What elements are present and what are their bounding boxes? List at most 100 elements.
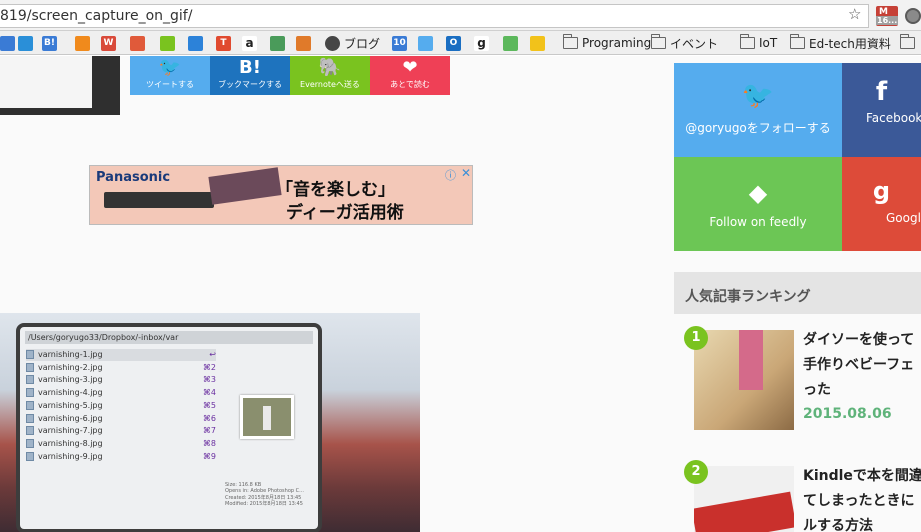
bookmark-item[interactable] xyxy=(75,35,90,51)
ranking-thumbnail[interactable] xyxy=(694,466,794,532)
image-preview xyxy=(240,395,294,439)
bookmark-a[interactable]: a xyxy=(242,35,257,51)
file-name: varnishing-3.jpg xyxy=(38,375,103,385)
bookmark-ed-tech-[interactable]: Ed-tech用資料 xyxy=(790,34,891,51)
bookmark-o[interactable]: O xyxy=(446,35,461,51)
ranking-title: 人気記事ランキング xyxy=(674,272,921,314)
evernote-icon: 🐘 xyxy=(318,57,342,78)
bookmark-g[interactable]: g xyxy=(474,35,489,51)
extension-icon[interactable] xyxy=(905,8,921,24)
twitter-follow-tile[interactable]: 🐦 @goryugoをフォローする xyxy=(674,63,842,157)
share-button-pocket[interactable]: ❤ あとで読む xyxy=(370,56,450,95)
file-row[interactable]: varnishing-9.jpg ⌘9 xyxy=(26,451,216,463)
close-ad-icon[interactable]: ✕ xyxy=(461,166,471,180)
bookmark-item[interactable] xyxy=(188,35,203,51)
bookmark-item[interactable] xyxy=(503,35,518,51)
pocket-icon: ❤ xyxy=(402,57,418,78)
file-row[interactable]: varnishing-4.jpg ⌘4 xyxy=(26,387,216,399)
bookmark-w[interactable]: W xyxy=(101,35,116,51)
blue-drop-icon xyxy=(18,35,33,51)
bookmark-label: Programing xyxy=(582,36,652,50)
bookmark-item[interactable] xyxy=(296,35,311,51)
bookmark-item[interactable] xyxy=(0,35,15,51)
bookmark-b-[interactable]: B! xyxy=(42,35,57,51)
file-row[interactable]: varnishing-8.jpg ⌘8 xyxy=(26,438,216,450)
file-row[interactable]: varnishing-3.jpg ⌘3 xyxy=(26,374,216,386)
bookmark-item[interactable] xyxy=(18,35,33,51)
share-label: ツイートする xyxy=(146,80,194,89)
bookmark-item[interactable] xyxy=(530,35,545,51)
share-button-evernote[interactable]: 🐘 Evernoteへ送る xyxy=(290,56,370,95)
feedly-label: Follow on feedly xyxy=(709,215,807,229)
feedly-icon: ◆ xyxy=(748,179,768,207)
folder-icon xyxy=(900,34,915,49)
image-file-icon xyxy=(26,400,34,410)
bookmark-item[interactable] xyxy=(130,35,145,51)
file-name: varnishing-7.jpg xyxy=(38,426,103,436)
advertisement-banner[interactable]: Panasonic 「音を楽しむ」 ディーガ活用術 ⓘ ✕ xyxy=(89,165,473,225)
file-name: varnishing-9.jpg xyxy=(38,451,103,461)
bookmark-programing[interactable]: Programing xyxy=(563,34,652,51)
bookmark-item[interactable] xyxy=(418,35,433,51)
facebook-tile[interactable]: f Facebook xyxy=(842,63,921,157)
google-tile[interactable]: g Googl xyxy=(842,157,921,251)
share-label: Evernoteへ送る xyxy=(300,80,360,89)
folder-icon xyxy=(740,34,755,49)
bookmark-label: ブログ xyxy=(344,36,381,51)
recorder-image xyxy=(104,192,214,208)
image-file-icon xyxy=(26,438,34,448)
firefox-icon xyxy=(296,35,311,51)
photos-image xyxy=(208,167,282,205)
bookmark--[interactable]: ブログ xyxy=(325,35,380,51)
image-file-icon xyxy=(26,350,34,359)
shortcut-key: ↩ xyxy=(209,350,216,359)
google-icon: g xyxy=(872,177,891,205)
amazon-icon: a xyxy=(242,35,257,51)
file-row[interactable]: varnishing-2.jpg ⌘2 xyxy=(26,362,216,374)
address-bar-area: 819/screen_capture_on_gif/ ☆ M 16... xyxy=(0,0,921,31)
image-file-icon xyxy=(26,362,34,372)
file-row[interactable]: varnishing-6.jpg ⌘6 xyxy=(26,413,216,425)
image-file-icon xyxy=(26,388,34,398)
wordpress-icon xyxy=(325,35,340,51)
calendar-icon: 10 xyxy=(392,35,407,51)
web-page: 🐦 ツイートする B! ブックマークする 🐘 Evernoteへ送る ❤ あとで読む Pana… xyxy=(0,56,921,532)
rank-badge: 1 xyxy=(684,326,708,350)
green-rectangle-icon xyxy=(160,35,175,51)
bookmark-item[interactable] xyxy=(900,34,919,51)
facebook-icon: f xyxy=(875,77,888,107)
adchoices-icon[interactable]: ⓘ xyxy=(445,167,456,183)
ranking-article-title[interactable]: ダイソーを使って 手作りベビーフェ った xyxy=(803,328,914,403)
share-button-twitter[interactable]: 🐦 ツイートする xyxy=(130,56,210,95)
shortcut-key: ⌘9 xyxy=(202,451,216,461)
twitter-follow-label: @goryugoをフォローする xyxy=(685,121,831,135)
rank-badge: 2 xyxy=(684,460,708,484)
shortcut-key: ⌘4 xyxy=(202,388,216,398)
bookmark-iot[interactable]: IoT xyxy=(740,34,777,51)
share-button-hatena-bookmark[interactable]: B! ブックマークする xyxy=(210,56,290,95)
bookmark-t[interactable]: T xyxy=(216,35,231,51)
image-file-icon xyxy=(26,426,34,436)
facebook-label: Facebook xyxy=(866,111,921,125)
image-file-icon xyxy=(26,413,34,423)
url-input[interactable]: 819/screen_capture_on_gif/ xyxy=(0,4,869,28)
bookmark-item[interactable] xyxy=(160,35,175,51)
folder-icon xyxy=(651,34,666,49)
bookmark-item[interactable] xyxy=(270,35,285,51)
url-text[interactable]: 819/screen_capture_on_gif/ xyxy=(0,8,192,24)
ranking-article-title[interactable]: Kindleで本を間違 てしまったときに ルする方法 xyxy=(803,464,921,532)
bookmark--[interactable]: イベント xyxy=(651,34,718,51)
file-row[interactable]: varnishing-7.jpg ⌘7 xyxy=(26,425,216,437)
file-name: varnishing-8.jpg xyxy=(38,438,103,448)
file-row[interactable]: varnishing-1.jpg ↩ xyxy=(26,349,216,361)
outlook-icon: O xyxy=(446,35,461,51)
path-bar: /Users/goryugo33/Dropbox/-inbox/var xyxy=(25,331,313,344)
bookmark-label: Ed-tech用資料 xyxy=(809,36,891,51)
feedly-tile[interactable]: ◆ Follow on feedly xyxy=(674,157,842,251)
ranking-thumbnail[interactable] xyxy=(694,330,794,430)
bookmark-10[interactable]: 10 xyxy=(392,35,407,51)
gmail-extension-icon[interactable]: M 16... xyxy=(876,6,899,26)
folder-icon xyxy=(563,34,578,49)
file-row[interactable]: varnishing-5.jpg ⌘5 xyxy=(26,400,216,412)
bookmark-star-icon[interactable]: ☆ xyxy=(848,5,861,23)
